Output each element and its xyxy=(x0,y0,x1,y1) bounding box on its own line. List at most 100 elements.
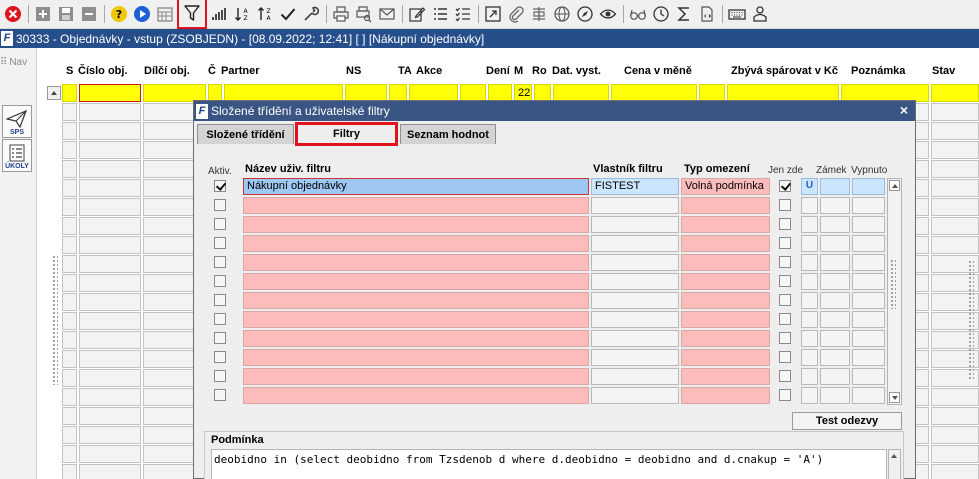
filter-owner-cell[interactable]: FISTEST xyxy=(591,178,679,195)
filter-active-checkbox[interactable] xyxy=(214,332,226,344)
calendar-icon[interactable] xyxy=(154,3,176,25)
col-partner[interactable]: Partner xyxy=(221,65,260,77)
grid-cell[interactable] xyxy=(931,160,979,178)
col-akce[interactable]: Akce xyxy=(416,65,442,77)
dialog-close-button[interactable]: × xyxy=(897,102,911,118)
filter-off-cell[interactable] xyxy=(820,349,850,366)
filter-owner-cell[interactable] xyxy=(591,368,679,385)
filter-off-cell[interactable] xyxy=(820,311,850,328)
col-dat-vyst[interactable]: Dat. vyst. xyxy=(552,65,601,77)
tab-seznam-hodnot[interactable]: Seznam hodnot xyxy=(400,124,496,144)
grid-cell[interactable] xyxy=(62,293,77,311)
filter-off-cell-2[interactable] xyxy=(852,216,885,233)
filter-name-cell[interactable] xyxy=(243,216,589,233)
grid-cell[interactable] xyxy=(62,84,77,102)
col-m[interactable]: M xyxy=(514,65,523,77)
filter-off-cell-2[interactable] xyxy=(852,292,885,309)
grid-cell[interactable] xyxy=(931,122,979,140)
filter-active-checkbox[interactable] xyxy=(214,370,226,382)
filter-type-cell[interactable] xyxy=(681,330,770,347)
filter-active-checkbox[interactable] xyxy=(214,351,226,363)
filter-name-cell[interactable] xyxy=(243,235,589,252)
grid-right-splitter-handle[interactable] xyxy=(968,260,974,380)
grid-cell[interactable] xyxy=(62,198,77,216)
grid-cell[interactable] xyxy=(62,274,77,292)
grid-cell[interactable] xyxy=(79,293,141,311)
scroll-grip[interactable] xyxy=(890,259,896,309)
glasses-icon[interactable] xyxy=(627,3,649,25)
email-icon[interactable] xyxy=(376,3,398,25)
filter-type-cell[interactable] xyxy=(681,349,770,366)
grid-cell[interactable] xyxy=(931,103,979,121)
col-dilci-obj[interactable]: Dílčí obj. xyxy=(144,65,190,77)
grid-cell[interactable] xyxy=(931,426,979,444)
filter-owner-cell[interactable] xyxy=(591,216,679,233)
ukoly-button[interactable]: ÚKOLY xyxy=(2,139,32,172)
filter-off-cell[interactable] xyxy=(820,387,850,404)
tab-filtry[interactable]: Filtry xyxy=(295,122,398,146)
filter-active-checkbox[interactable] xyxy=(214,199,226,211)
grid-cell[interactable] xyxy=(79,369,141,387)
grid-cell[interactable] xyxy=(79,312,141,330)
grid-cell[interactable] xyxy=(931,198,979,216)
grid-splitter-handle[interactable] xyxy=(52,255,58,385)
filter-lock-cell[interactable] xyxy=(801,235,818,252)
signal-bars-icon[interactable] xyxy=(208,3,230,25)
filter-type-cell[interactable] xyxy=(681,387,770,404)
sum-icon[interactable] xyxy=(673,3,695,25)
filter-lock-cell[interactable] xyxy=(801,273,818,290)
filter-active-checkbox[interactable] xyxy=(214,256,226,268)
col-ta[interactable]: TA xyxy=(398,65,412,77)
grid-cell[interactable] xyxy=(79,350,141,368)
filter-name-cell[interactable]: Nákupní objednávky xyxy=(243,178,589,195)
grid-cell[interactable] xyxy=(62,331,77,349)
nav-toggle[interactable]: ⠿ Nav xyxy=(0,57,27,68)
filter-lock-cell[interactable] xyxy=(801,292,818,309)
tab-slozene-trideni[interactable]: Složené třídění xyxy=(197,124,294,144)
filter-only-here-checkbox[interactable] xyxy=(779,351,791,363)
col-cena-v-mene[interactable]: Cena v měně xyxy=(624,65,692,77)
keyboard-icon[interactable] xyxy=(726,3,748,25)
col-stav[interactable]: Stav xyxy=(932,65,955,77)
grid-cell[interactable] xyxy=(62,407,77,425)
grid-cell[interactable] xyxy=(79,236,141,254)
grid-cell[interactable] xyxy=(79,464,141,479)
filter-owner-cell[interactable] xyxy=(591,273,679,290)
grid-cell[interactable] xyxy=(79,407,141,425)
filter-only-here-checkbox[interactable] xyxy=(779,313,791,325)
close-red-icon[interactable] xyxy=(2,3,24,25)
filter-only-here-checkbox[interactable] xyxy=(779,199,791,211)
filter-off-cell[interactable] xyxy=(820,292,850,309)
filter-off-cell-2[interactable] xyxy=(852,178,885,195)
grid-cell[interactable] xyxy=(62,160,77,178)
filter-only-here-checkbox[interactable] xyxy=(779,389,791,401)
filter-active-checkbox[interactable] xyxy=(214,294,226,306)
filter-type-cell[interactable] xyxy=(681,311,770,328)
grid-cell[interactable] xyxy=(79,160,141,178)
filter-only-here-checkbox[interactable] xyxy=(779,332,791,344)
sort-ascending-icon[interactable]: AZ xyxy=(231,3,253,25)
grid-cell[interactable] xyxy=(79,198,141,216)
grid-cell[interactable] xyxy=(931,236,979,254)
filter-active-checkbox[interactable] xyxy=(214,275,226,287)
filter-off-cell[interactable] xyxy=(820,254,850,271)
grid-cell[interactable] xyxy=(79,388,141,406)
grid-cell[interactable] xyxy=(79,141,141,159)
grid-cell[interactable] xyxy=(62,445,77,463)
filter-name-cell[interactable] xyxy=(243,368,589,385)
filter-table-scrollbar[interactable] xyxy=(887,178,902,405)
sps-button[interactable]: SPS xyxy=(2,105,32,138)
add-record-icon[interactable] xyxy=(32,3,54,25)
grid-cell[interactable] xyxy=(62,141,77,159)
col-deni[interactable]: Dení xyxy=(486,65,510,77)
col-cislo-obj[interactable]: Číslo obj. xyxy=(78,65,128,77)
globe-icon[interactable] xyxy=(551,3,573,25)
filter-type-cell[interactable]: Volná podmínka xyxy=(681,178,770,195)
filter-only-here-checkbox[interactable] xyxy=(779,275,791,287)
filter-owner-cell[interactable] xyxy=(591,330,679,347)
col-c[interactable]: Č xyxy=(208,65,216,77)
grid-cell[interactable] xyxy=(79,426,141,444)
filter-active-checkbox[interactable] xyxy=(214,237,226,249)
grid-cell[interactable] xyxy=(62,255,77,273)
grid-cell[interactable] xyxy=(931,84,979,102)
